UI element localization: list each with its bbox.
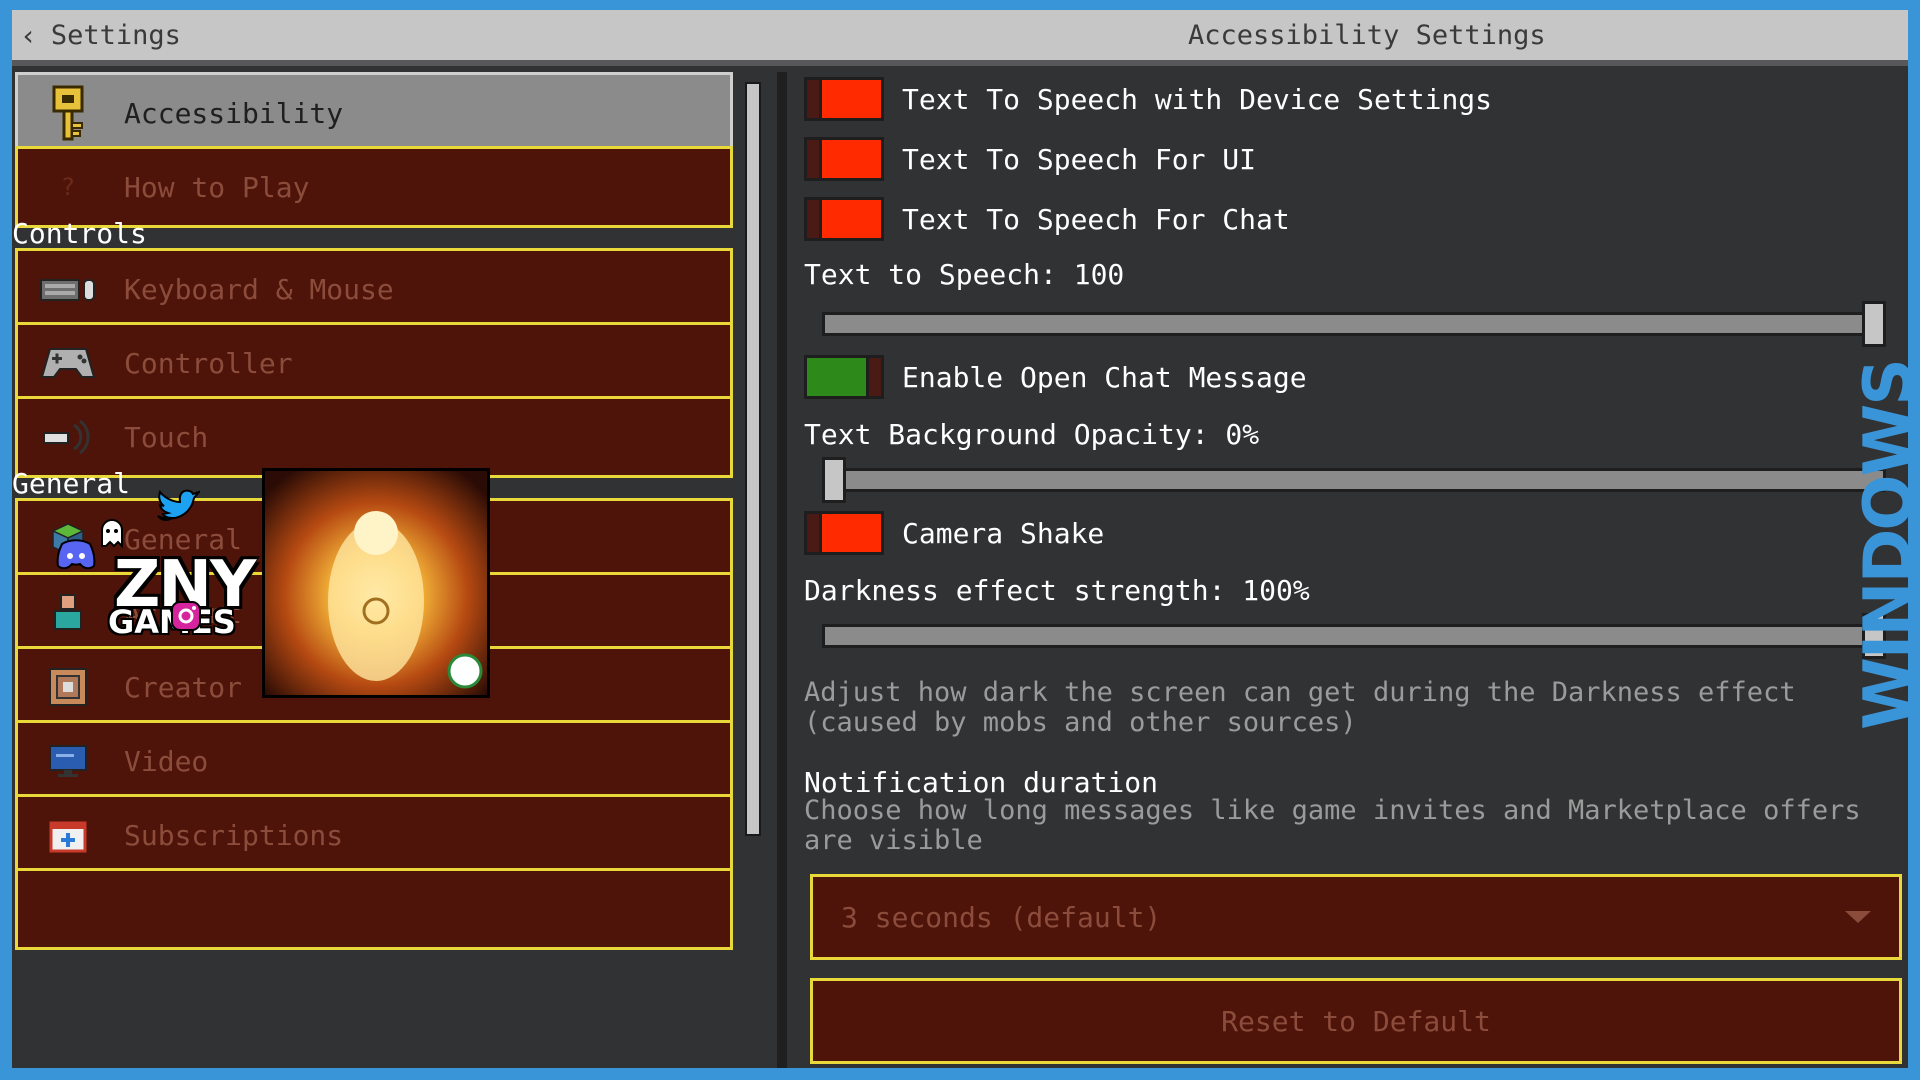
sidebar-item-label: Keyboard & Mouse [124,272,394,306]
keyboard-mouse-icon [40,261,96,317]
sidebar-item-touch[interactable]: Touch [15,396,733,478]
header-bar: ‹ Settings Accessibility Settings [12,10,1908,66]
toggle-row-tts-ui[interactable]: Text To Speech For UI [804,136,1256,182]
bg-opacity-label: Text Background Opacity: 0% [804,418,1260,451]
open-chat-toggle[interactable] [804,355,884,399]
notification-description: Choose how long messages like game invit… [804,795,1861,856]
chevron-down-icon [1845,911,1871,923]
reset-label: Reset to Default [1221,1004,1491,1038]
slider-handle[interactable] [1862,301,1886,347]
sidebar-item-controller[interactable]: Controller [15,322,733,404]
sidebar-item-how-to-play[interactable]: ? How to Play [15,146,733,228]
panel-divider [777,72,787,1068]
sidebar-item-label: Accessibility [124,96,344,130]
sidebar-item-label: Controller [124,346,293,380]
reset-to-default-button[interactable]: Reset to Default [810,978,1902,1064]
toggle-knob [804,77,822,121]
chevron-left-icon: ‹ [20,18,37,52]
back-label: Settings [50,19,181,51]
channel-logo-overlay: ZNY GAMES [56,468,502,700]
toggle-row-open-chat[interactable]: Enable Open Chat Message [804,354,1307,400]
tts-volume-label: Text to Speech: 100 [804,258,1125,291]
sidebar-item-label: Video [124,744,209,778]
toggle-knob [804,137,822,181]
sidebar-item-label: How to Play [124,170,310,204]
sidebar-item-label: Subscriptions [124,818,344,852]
darkness-description: Adjust how dark the screen can get durin… [804,677,1796,738]
darkness-slider[interactable] [822,613,1886,659]
twitter-icon [157,489,200,522]
windows-watermark: WINDOWS [1849,360,1920,730]
sidebar-item-subscriptions[interactable]: Subscriptions [15,794,733,876]
settings-panel: Text To Speech with Device Settings Text… [792,72,1908,1068]
toggle-knob [804,197,822,241]
touch-icon [40,409,96,465]
back-button[interactable]: ‹ Settings [20,10,181,60]
toggle-label: Enable Open Chat Message [902,360,1307,394]
page-title: Accessibility Settings [1188,19,1546,51]
instagram-icon [171,601,201,631]
toggle-label: Camera Shake [902,516,1105,550]
sidebar-item-accessibility[interactable]: Accessibility [15,72,733,154]
toggle-row-tts-device[interactable]: Text To Speech with Device Settings [804,76,1492,122]
toggle-label: Text To Speech with Device Settings [902,82,1493,116]
tts-chat-toggle[interactable] [804,197,884,241]
toggle-label: Text To Speech For Chat [902,202,1290,236]
sidebar-item-partial[interactable] [15,868,733,950]
toggle-row-camera-shake[interactable]: Camera Shake [804,510,1104,556]
tts-volume-slider[interactable] [822,301,1886,347]
monitor-icon [40,733,96,789]
toggle-row-tts-chat[interactable]: Text To Speech For Chat [804,196,1290,242]
subscriptions-icon [40,807,96,863]
tts-device-toggle[interactable] [804,77,884,121]
profile-image [262,468,490,698]
sidebar-scrollbar[interactable] [745,82,761,836]
sidebar-item-label: Touch [124,420,209,454]
tts-ui-toggle[interactable] [804,137,884,181]
toggle-label: Text To Speech For UI [902,142,1257,176]
sidebar-item-video[interactable]: Video [15,720,733,802]
ghost-icon [101,519,123,548]
settings-window: ‹ Settings Accessibility Settings Access… [12,10,1920,1068]
question-icon: ? [60,173,76,201]
toggle-knob [804,511,822,555]
controller-icon [40,335,96,391]
dropdown-value: 3 seconds (default) [841,900,1162,934]
darkness-label: Darkness effect strength: 100% [804,574,1310,607]
bg-opacity-slider[interactable] [822,457,1886,503]
toggle-knob [866,355,884,399]
key-icon [40,85,96,141]
camera-shake-toggle[interactable] [804,511,884,555]
sidebar-item-keyboard-mouse[interactable]: Keyboard & Mouse [15,248,733,330]
section-label-controls: Controls [12,217,147,250]
discord-icon [56,539,96,570]
notification-duration-dropdown[interactable]: 3 seconds (default) [810,874,1902,960]
slider-handle[interactable] [822,457,846,503]
